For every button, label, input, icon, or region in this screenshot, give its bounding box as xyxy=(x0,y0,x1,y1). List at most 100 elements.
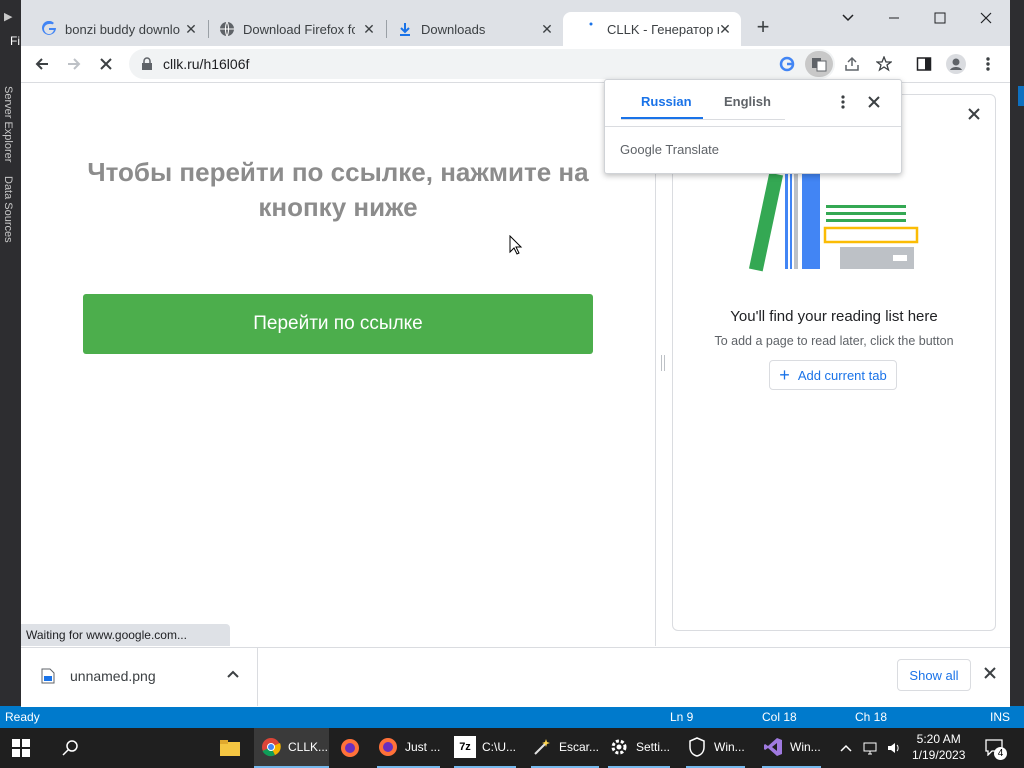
taskbar-item-visual-studio[interactable]: Win... xyxy=(762,728,821,768)
tab-close-icon[interactable]: ✕ xyxy=(717,21,733,37)
translate-divider xyxy=(605,126,901,127)
tab-close-icon[interactable]: ✕ xyxy=(183,21,199,37)
file-explorer-icon[interactable] xyxy=(219,728,241,768)
profile-avatar-icon[interactable] xyxy=(944,52,968,76)
taskbar-item-security[interactable]: Win... xyxy=(686,728,745,768)
minimize-icon[interactable] xyxy=(871,0,917,36)
show-all-button[interactable]: Show all xyxy=(897,659,971,691)
clock-time: 5:20 AM xyxy=(916,732,961,746)
globe-icon xyxy=(219,21,235,37)
resize-grip-icon[interactable] xyxy=(661,355,665,371)
download-icon xyxy=(397,21,413,37)
translate-brand-word: Translate xyxy=(665,142,720,157)
taskbar-label: CLLK... xyxy=(288,740,329,754)
reading-list-illustration xyxy=(745,167,925,282)
google-brand-word: Google xyxy=(620,142,662,157)
window-close-icon[interactable] xyxy=(963,0,1009,36)
network-icon[interactable] xyxy=(862,728,878,768)
taskbar-item-chrome[interactable]: CLLK... xyxy=(254,728,329,768)
tray-chevron-up-icon[interactable] xyxy=(840,728,852,768)
taskbar-clock[interactable]: 5:20 AM 1/19/2023 xyxy=(912,731,965,763)
address-bar[interactable]: cllk.ru/h16l06f xyxy=(129,49,835,79)
taskbar-item-firefox[interactable]: Just ... xyxy=(377,728,441,768)
ide-status-ch: Ch 18 xyxy=(855,710,888,724)
tab-close-icon[interactable]: ✕ xyxy=(361,21,377,37)
tab-close-icon[interactable]: ✕ xyxy=(539,21,555,37)
side-panel-icon[interactable] xyxy=(912,52,936,76)
translate-tab-track xyxy=(621,119,785,120)
close-panel-icon[interactable] xyxy=(967,107,983,123)
forward-arrow-icon[interactable] xyxy=(62,52,86,76)
chevron-up-icon[interactable] xyxy=(227,668,239,686)
ide-play-icon: ▶ xyxy=(4,11,13,23)
kebab-menu-icon[interactable] xyxy=(976,52,1000,76)
tab-label: Downloads xyxy=(421,21,486,37)
chrome-icon xyxy=(260,736,282,758)
ide-menu-fragment[interactable]: Fi xyxy=(10,34,20,48)
share-icon[interactable] xyxy=(840,52,864,76)
ide-status-bar: Ready Ln 9 Col 18 Ch 18 INS xyxy=(0,706,1024,728)
data-sources-tab[interactable]: Data Sources xyxy=(2,176,14,243)
taskbar-label: C:\U... xyxy=(482,740,517,754)
reading-list-title: You'll find your reading list here xyxy=(730,308,938,325)
tab-search-chevron-icon[interactable] xyxy=(825,0,871,36)
new-tab-plus-icon[interactable]: + xyxy=(751,16,775,40)
notification-count-badge: 4 xyxy=(994,747,1007,760)
visual-studio-icon xyxy=(762,736,784,758)
download-item[interactable]: unnamed.png xyxy=(21,648,258,706)
translate-options-kebab-icon[interactable] xyxy=(835,94,851,110)
translate-tab-source[interactable]: Russian xyxy=(641,94,692,109)
google-g-icon xyxy=(41,21,57,37)
taskbar-item-escargot[interactable]: Escar... xyxy=(531,728,600,768)
tab-firefox[interactable]: Download Firefox for ✕ xyxy=(199,12,385,46)
shield-icon xyxy=(686,736,708,758)
firefox-pinned-icon[interactable] xyxy=(339,728,361,768)
close-shelf-icon[interactable] xyxy=(983,666,997,685)
image-file-icon xyxy=(41,668,55,689)
reading-list-subtitle: To add a page to read later, click the b… xyxy=(714,334,954,348)
translate-close-icon[interactable] xyxy=(866,94,882,110)
add-current-tab-button[interactable]: + Add current tab xyxy=(769,360,897,390)
translate-bubble: Russian English Google Translate xyxy=(604,79,902,174)
translate-tab-indicator xyxy=(621,117,703,119)
ide-status-col: Col 18 xyxy=(762,710,797,724)
taskbar-item-settings[interactable]: Setti... xyxy=(608,728,671,768)
taskbar-label: Win... xyxy=(790,740,821,754)
google-lens-g-icon[interactable] xyxy=(779,56,795,77)
tab-strip: bonzi buddy downlo ✕ Download Firefox fo… xyxy=(21,0,1010,46)
translate-icon[interactable] xyxy=(805,51,833,77)
taskbar-label: Just ... xyxy=(405,740,441,754)
search-icon[interactable] xyxy=(62,728,80,768)
ide-status-ready: Ready xyxy=(5,710,40,724)
tab-bonzi[interactable]: bonzi buddy downlo ✕ xyxy=(21,12,207,46)
windows-start-icon[interactable] xyxy=(12,728,30,768)
tab-downloads[interactable]: Downloads ✕ xyxy=(377,12,563,46)
taskbar-label: Win... xyxy=(714,740,745,754)
taskbar-label: Setti... xyxy=(636,740,671,754)
plus-icon: + xyxy=(779,364,790,385)
maximize-icon[interactable] xyxy=(917,0,963,36)
web-page: Чтобы перейти по ссылке, нажмите на кноп… xyxy=(21,83,655,646)
page-heading: Чтобы перейти по ссылке, нажмите на кноп… xyxy=(87,157,589,222)
taskbar-item-7zip[interactable]: 7z C:\U... xyxy=(454,728,517,768)
volume-icon[interactable] xyxy=(886,728,902,768)
settings-gear-icon xyxy=(608,736,630,758)
taskbar-label: Escar... xyxy=(559,740,600,754)
ide-left-dock: ▶ Fi Server Explorer Data Sources xyxy=(0,0,22,706)
wand-icon xyxy=(531,736,553,758)
loading-icon xyxy=(583,21,599,37)
lock-icon[interactable] xyxy=(141,57,153,76)
status-bubble: Waiting for www.google.com... xyxy=(21,624,230,646)
clock-date: 1/19/2023 xyxy=(912,748,966,762)
url-text[interactable]: cllk.ru/h16l06f xyxy=(163,56,249,72)
stop-loading-icon[interactable] xyxy=(94,52,118,76)
go-to-link-button[interactable]: Перейти по ссылке xyxy=(83,294,593,354)
bookmark-star-icon[interactable] xyxy=(872,52,896,76)
back-arrow-icon[interactable] xyxy=(30,52,54,76)
server-explorer-tab[interactable]: Server Explorer xyxy=(2,86,14,162)
download-filename: unnamed.png xyxy=(70,668,156,684)
translate-tab-target[interactable]: English xyxy=(724,94,771,109)
ide-right-marker xyxy=(1018,86,1024,106)
notification-center-icon[interactable]: 4 xyxy=(984,728,1007,768)
tab-cllk[interactable]: CLLK - Генератор ко ✕ xyxy=(563,12,741,46)
